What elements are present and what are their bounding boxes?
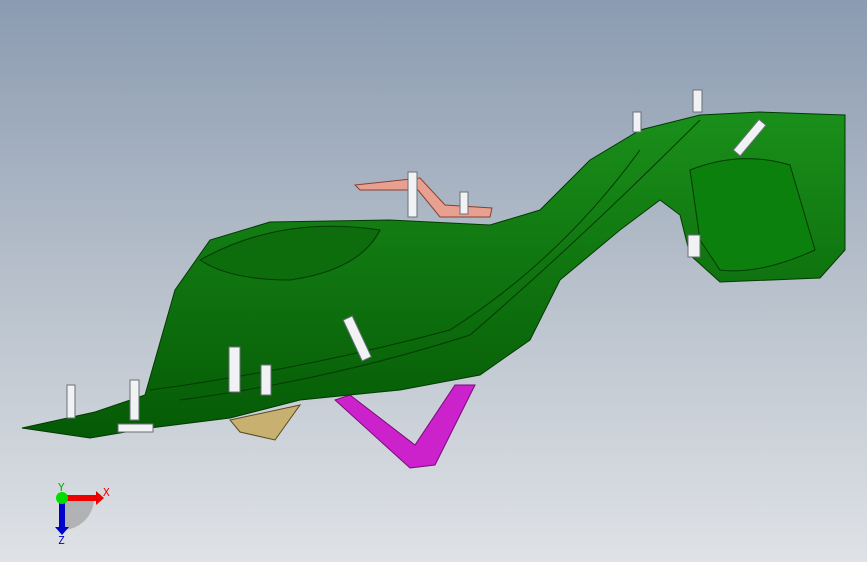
z-axis-label: Z <box>58 534 65 547</box>
x-axis-label: X <box>103 486 110 499</box>
3d-viewport[interactable]: X Y Z <box>0 0 867 562</box>
orientation-triad: X Y Z <box>55 481 110 547</box>
triad-shadow <box>62 498 94 530</box>
model-view <box>21 89 846 469</box>
bracket-part[interactable] <box>334 384 476 469</box>
clip-part[interactable] <box>353 177 493 218</box>
y-axis-label: Y <box>58 481 65 494</box>
